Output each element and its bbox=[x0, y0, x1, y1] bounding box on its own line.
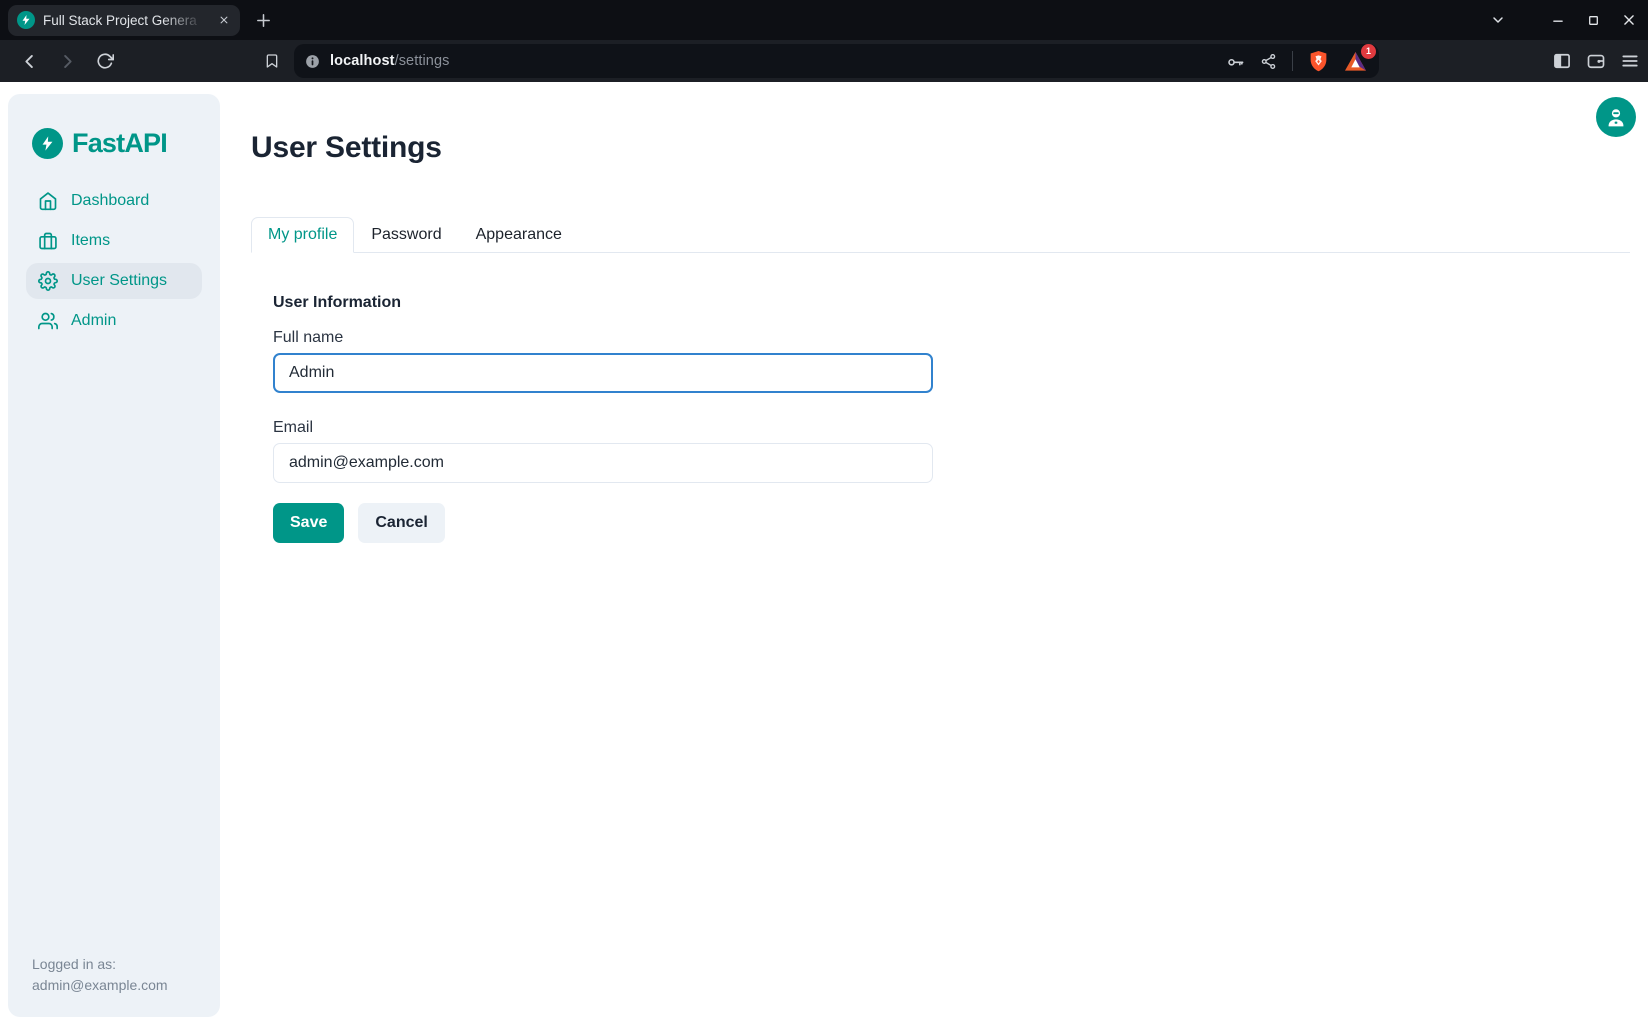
sidebar-item-items[interactable]: Items bbox=[26, 223, 202, 259]
briefcase-icon bbox=[38, 231, 58, 251]
fastapi-logo-text: FastAPI bbox=[72, 128, 167, 159]
app-page: FastAPI Dashboard Items User Settings bbox=[0, 82, 1648, 1025]
gear-icon bbox=[38, 271, 58, 291]
share-icon[interactable] bbox=[1260, 53, 1277, 70]
sidebar: FastAPI Dashboard Items User Settings bbox=[8, 94, 220, 1017]
sidebar-item-dashboard[interactable]: Dashboard bbox=[26, 183, 202, 219]
full-name-input[interactable] bbox=[273, 353, 933, 393]
window-close-button[interactable] bbox=[1622, 13, 1636, 27]
address-bar[interactable]: localhost/settings 1 bbox=[294, 44, 1379, 78]
tab-my-profile[interactable]: My profile bbox=[251, 217, 354, 253]
new-tab-button[interactable] bbox=[255, 12, 272, 29]
settings-tabs: My profile Password Appearance bbox=[251, 216, 1630, 253]
sidebar-item-admin[interactable]: Admin bbox=[26, 303, 202, 339]
users-icon bbox=[38, 311, 58, 331]
page-title: User Settings bbox=[251, 131, 1630, 165]
window-minimize-button[interactable] bbox=[1551, 13, 1565, 27]
password-key-icon[interactable] bbox=[1226, 52, 1245, 71]
section-title: User Information bbox=[273, 294, 1630, 312]
tab-search-chevron-icon[interactable] bbox=[1490, 0, 1506, 40]
url-path: /settings bbox=[395, 53, 450, 69]
main-content: User Settings My profile Password Appear… bbox=[251, 82, 1630, 1025]
home-icon bbox=[38, 191, 58, 211]
sidebar-nav: Dashboard Items User Settings Admin bbox=[8, 183, 220, 339]
window-controls bbox=[1551, 0, 1636, 40]
full-name-label: Full name bbox=[273, 329, 1630, 347]
logged-in-email: admin@example.com bbox=[32, 975, 206, 995]
tab-appearance[interactable]: Appearance bbox=[459, 217, 579, 253]
bookmark-icon[interactable] bbox=[264, 53, 280, 69]
fastapi-logo-icon bbox=[32, 128, 63, 159]
forward-button[interactable] bbox=[54, 48, 80, 74]
fastapi-logo: FastAPI bbox=[8, 128, 220, 159]
sidebar-panel-icon[interactable] bbox=[1552, 51, 1572, 71]
email-input[interactable] bbox=[273, 443, 933, 483]
brave-rewards-icon[interactable]: 1 bbox=[1344, 51, 1367, 72]
back-button[interactable] bbox=[16, 48, 42, 74]
logged-in-label: Logged in as: bbox=[32, 954, 206, 974]
email-label: Email bbox=[273, 419, 1630, 437]
fastapi-favicon-icon bbox=[17, 11, 35, 29]
form-actions: Save Cancel bbox=[273, 503, 1630, 543]
tab-close-icon[interactable] bbox=[217, 13, 231, 27]
sidebar-item-user-settings[interactable]: User Settings bbox=[26, 263, 202, 299]
site-info-icon[interactable] bbox=[304, 53, 321, 70]
brave-shield-icon[interactable] bbox=[1308, 50, 1329, 73]
sidebar-item-label: Admin bbox=[71, 312, 116, 330]
omnibox-separator bbox=[1292, 51, 1293, 71]
sidebar-item-label: Items bbox=[71, 232, 110, 250]
toolbar-right-actions bbox=[1552, 51, 1648, 71]
cancel-button[interactable]: Cancel bbox=[358, 503, 444, 543]
menu-hamburger-icon[interactable] bbox=[1620, 51, 1640, 71]
tab-title: Full Stack Project Genera bbox=[43, 13, 209, 28]
sidebar-item-label: Dashboard bbox=[71, 192, 149, 210]
browser-toolbar: localhost/settings 1 bbox=[0, 40, 1648, 82]
browser-tab-strip: Full Stack Project Genera bbox=[0, 0, 1648, 40]
omnibox-actions: 1 bbox=[1226, 50, 1367, 73]
sidebar-item-label: User Settings bbox=[71, 272, 167, 290]
browser-tab[interactable]: Full Stack Project Genera bbox=[8, 5, 240, 36]
window-maximize-button[interactable] bbox=[1587, 14, 1600, 27]
rewards-badge: 1 bbox=[1361, 44, 1376, 59]
save-button[interactable]: Save bbox=[273, 503, 344, 543]
wallet-icon[interactable] bbox=[1586, 51, 1606, 71]
tab-password[interactable]: Password bbox=[354, 217, 458, 253]
reload-button[interactable] bbox=[92, 48, 118, 74]
url-text: localhost/settings bbox=[330, 53, 449, 69]
logged-in-footer: Logged in as: admin@example.com bbox=[32, 954, 206, 995]
profile-panel: User Information Full name Email Save Ca… bbox=[251, 253, 1630, 543]
url-host: localhost bbox=[330, 53, 395, 69]
